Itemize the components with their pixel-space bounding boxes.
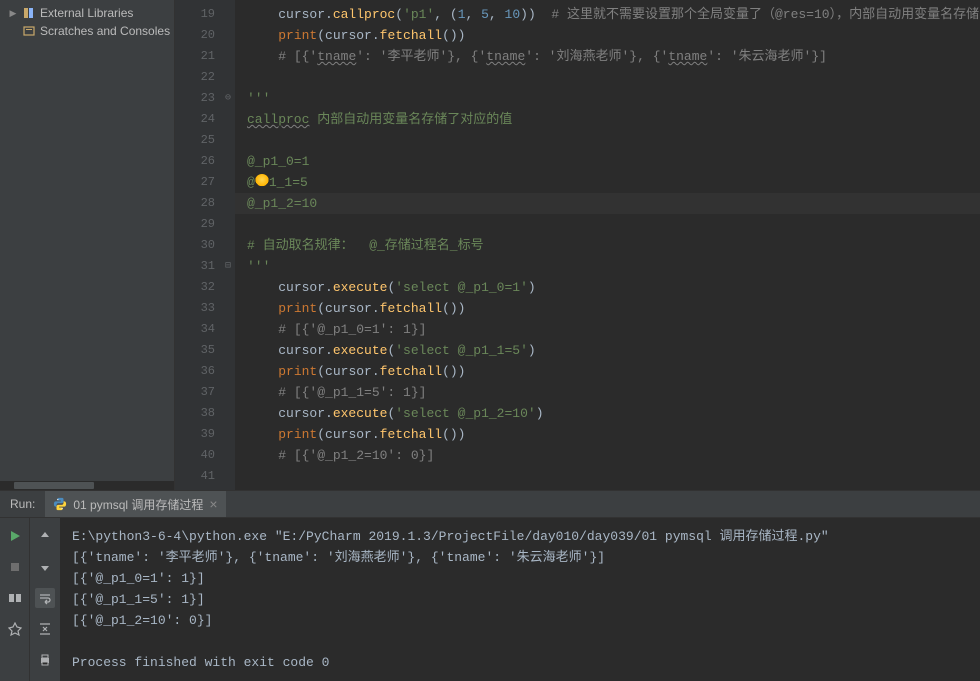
code-line[interactable]: @_p1_0=1 bbox=[235, 151, 980, 172]
console-line: [{'tname': '李平老师'}, {'tname': '刘海燕老师'}, … bbox=[72, 547, 968, 568]
line-number: 33 bbox=[175, 298, 215, 319]
run-tab[interactable]: 01 pymsql 调用存储过程 × bbox=[45, 491, 225, 517]
console-line: [{'@_p1_1=5': 1}] bbox=[72, 589, 968, 610]
tree-item-scratches[interactable]: Scratches and Consoles bbox=[0, 22, 174, 40]
line-number: 28 bbox=[175, 193, 215, 214]
code-line[interactable]: ''' bbox=[235, 88, 980, 109]
chevron-right-icon: ▶ bbox=[8, 8, 18, 18]
line-gutter: 19202122 ⊖ 2324252627282930 ⊟ 31323334353637… bbox=[175, 0, 235, 490]
console-line: Process finished with exit code 0 bbox=[72, 652, 968, 673]
soft-wrap-button[interactable] bbox=[35, 588, 55, 608]
run-header: Run: 01 pymsql 调用存储过程 × bbox=[0, 491, 980, 518]
tree-item-external-libraries[interactable]: ▶ External Libraries bbox=[0, 4, 174, 22]
code-line[interactable] bbox=[235, 130, 980, 151]
close-icon[interactable]: × bbox=[209, 496, 217, 512]
code-line[interactable]: cursor.execute('select @_p1_2=10') bbox=[235, 403, 980, 424]
code-line[interactable]: @1_1=5 bbox=[235, 172, 980, 193]
code-line[interactable]: # [{'@_p1_1=5': 1}] bbox=[235, 382, 980, 403]
intention-bulb-icon[interactable] bbox=[255, 174, 269, 188]
rerun-button[interactable] bbox=[5, 526, 25, 546]
line-number: 24 bbox=[175, 109, 215, 130]
line-number: 21 bbox=[175, 46, 215, 67]
run-tool-col-left bbox=[0, 518, 30, 681]
code-line[interactable]: # 自动取名规律： @_存储过程名_标号 bbox=[235, 235, 980, 256]
line-number: 30 bbox=[175, 235, 215, 256]
code-line[interactable]: callproc 内部自动用变量名存储了对应的值 bbox=[235, 109, 980, 130]
scroll-to-end-button[interactable] bbox=[35, 619, 55, 639]
line-number: 31 bbox=[175, 256, 215, 277]
line-number: 29 bbox=[175, 214, 215, 235]
project-tree: ▶ External Libraries Scratches and Conso… bbox=[0, 0, 174, 481]
fold-close-icon[interactable]: ⊟ bbox=[225, 256, 231, 277]
code-line[interactable]: print(cursor.fetchall()) bbox=[235, 361, 980, 382]
code-line[interactable]: # [{'@_p1_2=10': 0}] bbox=[235, 445, 980, 466]
line-number: 40 bbox=[175, 445, 215, 466]
code-line[interactable]: cursor.execute('select @_p1_0=1') bbox=[235, 277, 980, 298]
code-line[interactable] bbox=[235, 214, 980, 235]
run-tab-label: 01 pymsql 调用存储过程 bbox=[73, 496, 203, 513]
line-number: 34 bbox=[175, 319, 215, 340]
scratches-icon bbox=[22, 24, 36, 38]
code-line[interactable]: print(cursor.fetchall()) bbox=[235, 25, 980, 46]
line-number: 36 bbox=[175, 361, 215, 382]
code-line[interactable]: ''' bbox=[235, 256, 980, 277]
code-editor[interactable]: 19202122 ⊖ 2324252627282930 ⊟ 31323334353637… bbox=[175, 0, 980, 490]
console-output[interactable]: E:\python3-6-4\python.exe "E:/PyCharm 20… bbox=[60, 518, 980, 681]
console-line: [{'@_p1_2=10': 0}] bbox=[72, 610, 968, 631]
line-number: 41 bbox=[175, 466, 215, 487]
code-line[interactable]: cursor.execute('select @_p1_1=5') bbox=[235, 340, 980, 361]
project-sidebar: ▶ External Libraries Scratches and Conso… bbox=[0, 0, 175, 490]
line-number: 37 bbox=[175, 382, 215, 403]
code-line[interactable]: print(cursor.fetchall()) bbox=[235, 298, 980, 319]
layout-button[interactable] bbox=[5, 588, 25, 608]
scrollbar-thumb[interactable] bbox=[14, 482, 94, 489]
code-line[interactable] bbox=[235, 67, 980, 88]
stop-button[interactable] bbox=[5, 557, 25, 577]
run-panel: Run: 01 pymsql 调用存储过程 × E:\python3-6 bbox=[0, 490, 980, 681]
pin-button[interactable] bbox=[5, 619, 25, 639]
scroll-down-button[interactable] bbox=[35, 557, 55, 577]
line-number: 32 bbox=[175, 277, 215, 298]
tree-arrow-empty bbox=[8, 26, 18, 36]
console-line: [{'@_p1_0=1': 1}] bbox=[72, 568, 968, 589]
run-tool-col-right bbox=[30, 518, 60, 681]
code-line[interactable]: cursor.callproc('p1', (1, 5, 10)) # 这里就不… bbox=[235, 4, 980, 25]
code-area[interactable]: cursor.callproc('p1', (1, 5, 10)) # 这里就不… bbox=[235, 0, 980, 490]
sidebar-scrollbar[interactable] bbox=[0, 481, 174, 490]
code-line[interactable] bbox=[235, 466, 980, 487]
console-line bbox=[72, 631, 968, 652]
line-number: 19 bbox=[175, 4, 215, 25]
library-icon bbox=[22, 6, 36, 20]
line-number: 38 bbox=[175, 403, 215, 424]
code-line[interactable]: print(cursor.fetchall()) bbox=[235, 424, 980, 445]
tree-label: External Libraries bbox=[40, 6, 133, 20]
console-line: E:\python3-6-4\python.exe "E:/PyCharm 20… bbox=[72, 526, 968, 547]
print-button[interactable] bbox=[35, 650, 55, 670]
run-label: Run: bbox=[0, 497, 45, 511]
line-number: 35 bbox=[175, 340, 215, 361]
line-number: 39 bbox=[175, 424, 215, 445]
line-number: 26 bbox=[175, 151, 215, 172]
code-line[interactable]: # [{'tname': '李平老师'}, {'tname': '刘海燕老师'}… bbox=[235, 46, 980, 67]
line-number: 20 bbox=[175, 25, 215, 46]
python-icon bbox=[53, 497, 67, 511]
line-number: 25 bbox=[175, 130, 215, 151]
line-number: 27 bbox=[175, 172, 215, 193]
line-number: 22 bbox=[175, 67, 215, 88]
code-line[interactable]: # [{'@_p1_0=1': 1}] bbox=[235, 319, 980, 340]
line-number: 23 bbox=[175, 88, 215, 109]
code-line[interactable]: @_p1_2=10 bbox=[235, 193, 980, 214]
fold-open-icon[interactable]: ⊖ bbox=[225, 88, 231, 109]
tree-label: Scratches and Consoles bbox=[40, 24, 170, 38]
scroll-up-button[interactable] bbox=[35, 526, 55, 546]
